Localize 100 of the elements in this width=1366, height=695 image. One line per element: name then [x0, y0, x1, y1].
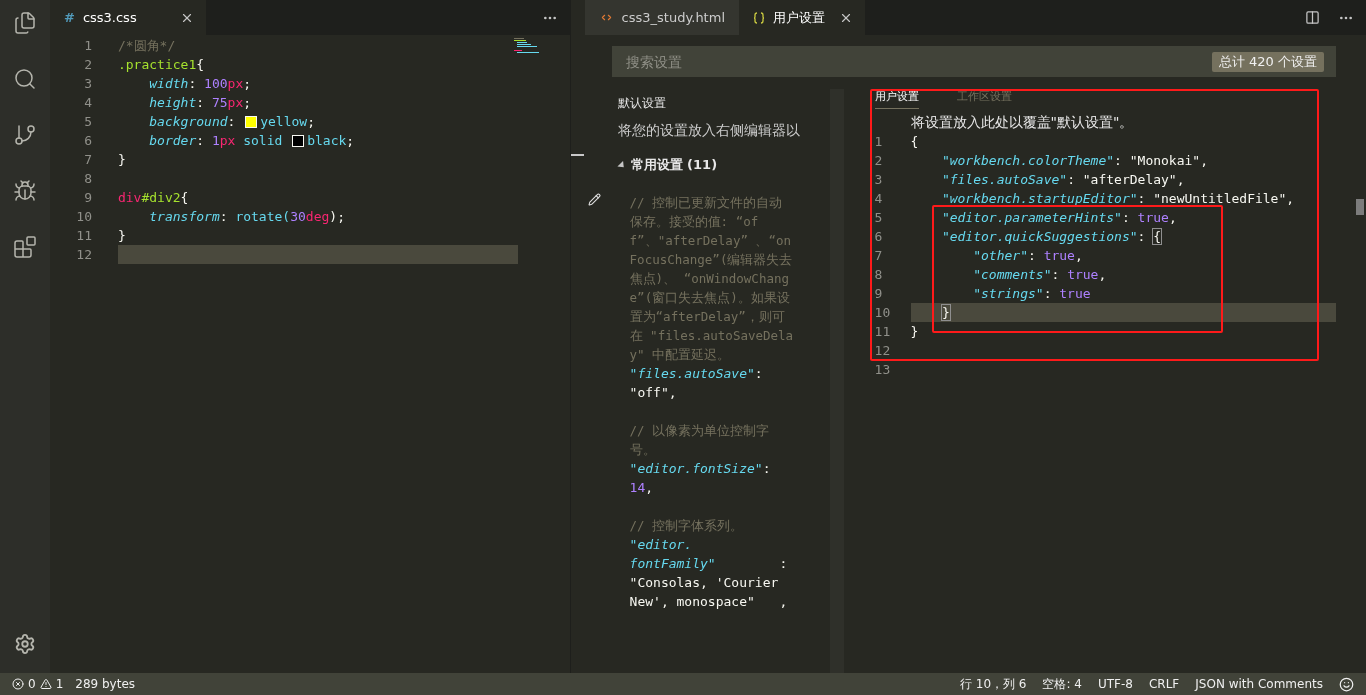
line-number: 4 [83, 95, 92, 110]
code-token: "editor.parameterHints" [940, 210, 1122, 225]
code-token: , [1168, 210, 1177, 225]
line-number: 10 [75, 209, 92, 224]
code-token: #div2 [141, 190, 181, 205]
code-token: : [219, 209, 229, 224]
code-token: div [117, 190, 142, 205]
code-token: height [148, 95, 197, 110]
line-number: 5 [874, 210, 884, 225]
line-number: 6 [874, 229, 884, 244]
code-comment: // 以像素为单位控制字号。 [629, 422, 771, 459]
section-header[interactable]: 常用设置 (11) [617, 156, 830, 174]
code-token: "editor.quickSuggestions" [940, 229, 1138, 244]
line-number: 2 [874, 153, 884, 168]
code-token: , [645, 479, 654, 497]
code-token: width [148, 76, 189, 91]
code-token: , [1286, 191, 1295, 206]
code-token: : [1137, 229, 1147, 244]
error-count[interactable]: 0 [28, 677, 36, 691]
code-token: 30 [290, 209, 306, 224]
code-token: , [1176, 172, 1185, 187]
warning-count[interactable]: 1 [55, 677, 64, 691]
code-token: : [188, 76, 198, 91]
tab-label: 用户设置 [772, 8, 825, 27]
code-token: /*圆角*/ [117, 36, 176, 55]
code-token: 1 [211, 133, 220, 148]
search-field[interactable]: 搜索设置 总计 420 个设置 [611, 46, 1336, 77]
code-token: true [1043, 248, 1075, 263]
search-input[interactable]: 搜索设置 [623, 52, 1212, 71]
code-token: , [1074, 248, 1083, 263]
code-token: { [196, 57, 205, 72]
code-token: } [941, 305, 950, 320]
code-token: border [148, 133, 197, 148]
tab-label: css3.css [82, 10, 137, 25]
code-token: "newUntitledFile" [1153, 191, 1287, 206]
code-token: "Monokai" [1129, 153, 1201, 168]
settings-hint: 将设置放入此处以覆盖"默认设置"。 [910, 113, 1135, 132]
status-item[interactable]: CRLF [1148, 677, 1180, 691]
settings-tab[interactable]: 用户设置 [874, 89, 919, 109]
line-number: 3 [874, 172, 884, 187]
tab-label: css3_study.html [621, 10, 725, 25]
status-item[interactable]: JSON with Comments [1195, 677, 1323, 691]
code-token: ; [307, 114, 315, 129]
line-number: 3 [83, 76, 92, 91]
code-token: 14 [629, 479, 646, 497]
code-token: "files.autoSave" [629, 365, 755, 383]
code-token: "editor.fontSize" [629, 460, 763, 478]
code-token: { [180, 190, 189, 205]
status-item[interactable]: 行 10，列 6 [959, 675, 1027, 693]
code-token: "Consolas, 'Courier New', monospace" [629, 574, 780, 611]
code-token: : [1028, 248, 1037, 263]
code-token: "afterDelay" [1082, 172, 1177, 187]
code-token: true [1067, 267, 1099, 282]
line-number: 12 [874, 343, 892, 358]
editor-tab[interactable]: css3_study.html [584, 0, 739, 35]
line-number: 10 [874, 305, 892, 320]
pane-title: 默认设置 [617, 95, 667, 112]
line-number: 7 [874, 248, 884, 263]
code-token: px [227, 95, 244, 110]
code-token: "workbench.colorTheme" [940, 153, 1115, 168]
code-token: : [227, 114, 237, 129]
code-token: "comments" [972, 267, 1052, 282]
editor-tab[interactable]: 用户设置 [738, 0, 865, 35]
code-token: px [219, 133, 236, 148]
code-token: , [1098, 267, 1107, 282]
file-size: 289 bytes [75, 677, 136, 691]
code-token: : [1121, 210, 1131, 225]
code-token: , [668, 384, 677, 402]
code-token: "strings" [972, 286, 1044, 301]
code-token: : [1043, 286, 1053, 301]
code-token: 100 [204, 76, 228, 91]
pane-description: 将您的设置放入右侧编辑器以 [617, 122, 801, 140]
code-token: , [779, 593, 788, 611]
line-number: 1 [874, 134, 884, 149]
line-number: 9 [83, 190, 92, 205]
code-token: : [1114, 153, 1123, 168]
line-number: 5 [83, 114, 92, 129]
code-token: : [1067, 172, 1076, 187]
code-token: transform [148, 209, 220, 224]
status-item[interactable]: 空格: 4 [1042, 675, 1082, 693]
line-number: 6 [83, 133, 92, 148]
code-token: : [754, 365, 763, 383]
code-token: : [196, 133, 206, 148]
line-number: 7 [83, 152, 92, 167]
line-number: 13 [874, 362, 892, 377]
code-comment: // 控制字体系列。 [629, 517, 745, 535]
editor-tab[interactable]: # css3.css [49, 0, 206, 35]
line-number: 8 [874, 267, 884, 282]
code-token: : [196, 95, 206, 110]
code-token: } [117, 152, 126, 167]
code-token: , [1200, 153, 1208, 168]
status-item[interactable]: UTF-8 [1098, 677, 1133, 691]
line-number: 9 [874, 286, 884, 301]
code-token: : [779, 555, 788, 573]
line-number: 4 [874, 191, 884, 206]
code-token: solid [242, 133, 284, 148]
code-token: background [148, 114, 228, 129]
tab-icon-text: # [63, 10, 75, 25]
code-token: px [227, 76, 244, 91]
code-token: { [910, 134, 919, 149]
